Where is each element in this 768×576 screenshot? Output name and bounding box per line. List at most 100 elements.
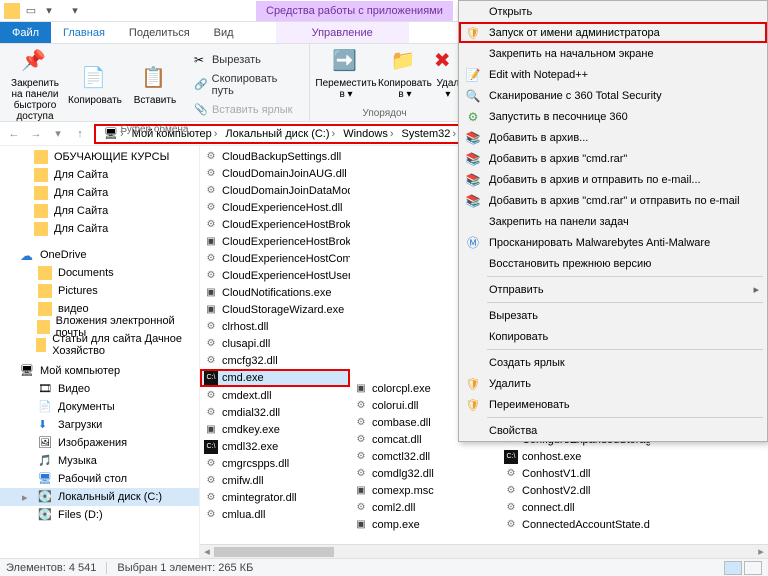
scroll-right-icon[interactable]: ▸: [754, 545, 768, 558]
ctx-add-cmd-rar[interactable]: Добавить в архив "cmd.rar": [459, 148, 767, 169]
paste-button[interactable]: Вставить: [126, 65, 184, 106]
paste-shortcut-button[interactable]: Вставить ярлык: [190, 101, 303, 119]
ctx-run-as-admin[interactable]: Запуск от имени администратора: [459, 22, 767, 43]
file-item[interactable]: CloudBackupSettings.dll: [200, 148, 350, 165]
scroll-thumb[interactable]: [214, 547, 334, 557]
copy-button[interactable]: Копировать: [66, 65, 124, 106]
file-item[interactable]: cmifw.dll: [200, 472, 350, 489]
ctx-edit-notepad[interactable]: Edit with Notepad++: [459, 64, 767, 85]
navpane-item[interactable]: Документы: [0, 398, 199, 416]
file-item[interactable]: comdlg32.dll: [350, 465, 500, 482]
navpane-item[interactable]: Музыка: [0, 452, 199, 470]
file-item[interactable]: ConnectedAccountState.dll: [500, 516, 650, 533]
navpane-item[interactable]: Статьи для сайта Дачное Хозяйство: [0, 336, 199, 354]
qat-customize-icon[interactable]: ▾: [68, 4, 82, 18]
copy-path-button[interactable]: Скопировать путь: [190, 71, 303, 99]
ctx-send-to[interactable]: Отправить▸: [459, 279, 767, 300]
scroll-left-icon[interactable]: ◂: [200, 545, 214, 558]
file-item[interactable]: cmdl32.exe: [200, 438, 350, 455]
navpane-item[interactable]: Рабочий стол: [0, 470, 199, 488]
tab-share[interactable]: Поделиться: [117, 22, 202, 43]
file-item[interactable]: comexp.msc: [350, 482, 500, 499]
ctx-add-cmd-email[interactable]: Добавить в архив "cmd.rar" и отправить п…: [459, 190, 767, 211]
qat-properties-icon[interactable]: ▭: [24, 4, 38, 18]
file-item[interactable]: CloudExperienceHost.dll: [200, 199, 350, 216]
file-item[interactable]: comctl32.dll: [350, 448, 500, 465]
file-item[interactable]: CloudDomainJoinAUG.dll: [200, 165, 350, 182]
view-icons-button[interactable]: [744, 561, 762, 575]
navpane-item[interactable]: Мой компьютер: [0, 362, 199, 380]
file-item[interactable]: CloudStorageWizard.exe: [200, 301, 350, 318]
file-item[interactable]: cmd.exe: [200, 369, 350, 387]
file-name: CloudExperienceHost.dll: [222, 202, 342, 214]
file-item[interactable]: ConhostV1.dll: [500, 465, 650, 482]
file-item[interactable]: cmgrcspps.dll: [200, 455, 350, 472]
horizontal-scrollbar[interactable]: ◂ ▸: [200, 544, 768, 558]
file-item[interactable]: cmcfg32.dll: [200, 352, 350, 369]
file-item[interactable]: CloudDomainJoinDataModelS: [200, 182, 350, 199]
file-item[interactable]: ConhostV2.dll: [500, 482, 650, 499]
dll-icon: [204, 406, 218, 420]
tab-file[interactable]: Файл: [0, 22, 51, 43]
file-item[interactable]: cmdial32.dll: [200, 404, 350, 421]
ctx-restore-previous[interactable]: Восстановить прежнюю версию: [459, 253, 767, 274]
file-item[interactable]: CloudExperienceHostUser.dll: [200, 267, 350, 284]
navpane-item[interactable]: Для Сайта: [0, 166, 199, 184]
navpane-item[interactable]: Files (D:): [0, 506, 199, 524]
file-item[interactable]: connect.dll: [500, 499, 650, 516]
breadcrumb[interactable]: System32›: [398, 128, 461, 140]
ctx-delete[interactable]: Удалить: [459, 373, 767, 394]
file-item[interactable]: CloudNotifications.exe: [200, 284, 350, 301]
navpane-item[interactable]: ОБУЧАЮЩИЕ КУРСЫ: [0, 148, 199, 166]
ctx-pin-taskbar[interactable]: Закрепить на панели задач: [459, 211, 767, 232]
qat-newfolder-icon[interactable]: ▾: [42, 4, 56, 18]
pin-quick-access-button[interactable]: Закрепить на панели быстрого доступа: [6, 48, 64, 122]
navpane-item[interactable]: Изображения: [0, 434, 199, 452]
file-item[interactable]: comp.exe: [350, 516, 500, 533]
cut-button[interactable]: Вырезать: [190, 51, 303, 69]
navpane-item[interactable]: Для Сайта: [0, 220, 199, 238]
ctx-scan-malwarebytes[interactable]: Просканировать Malwarebytes Anti-Malware: [459, 232, 767, 253]
copy-to-button[interactable]: Копировать в ▾: [378, 48, 432, 100]
file-item[interactable]: clrhost.dll: [200, 318, 350, 335]
file-name: cmdial32.dll: [222, 407, 280, 419]
file-item[interactable]: CloudExperienceHostBroker.e: [200, 233, 350, 250]
file-item[interactable]: CloudExperienceHostBroker.d: [200, 216, 350, 233]
file-name: coml2.dll: [372, 502, 415, 514]
ctx-properties[interactable]: Свойства: [459, 420, 767, 441]
ctx-open[interactable]: Открыть: [459, 1, 767, 22]
file-item[interactable]: conhost.exe: [500, 448, 650, 465]
file-item[interactable]: cmdkey.exe: [200, 421, 350, 438]
ctx-add-email[interactable]: Добавить в архив и отправить по e-mail..…: [459, 169, 767, 190]
navpane-item[interactable]: ▸Локальный диск (C:): [0, 488, 199, 506]
file-item[interactable]: cmdext.dll: [200, 387, 350, 404]
navpane-item[interactable]: Загрузки: [0, 416, 199, 434]
file-item[interactable]: cmlua.dll: [200, 506, 350, 523]
navpane-item[interactable]: Pictures: [0, 282, 199, 300]
view-details-button[interactable]: [724, 561, 742, 575]
navpane-item[interactable]: Для Сайта: [0, 202, 199, 220]
navpane-label: OneDrive: [40, 249, 86, 261]
move-to-button[interactable]: Переместить в ▾: [316, 48, 376, 100]
ctx-copy[interactable]: Копировать: [459, 326, 767, 347]
file-item[interactable]: cmintegrator.dll: [200, 489, 350, 506]
ctx-scan-360[interactable]: Сканирование c 360 Total Security: [459, 85, 767, 106]
navpane-item[interactable]: Documents: [0, 264, 199, 282]
breadcrumb[interactable]: Windows›: [339, 128, 397, 140]
navigation-pane[interactable]: ОБУЧАЮЩИЕ КУРСЫДля СайтаДля СайтаДля Сай…: [0, 146, 200, 558]
tab-home[interactable]: Главная: [51, 22, 117, 43]
tab-manage[interactable]: Управление: [276, 22, 409, 43]
tab-view[interactable]: Вид: [202, 22, 246, 43]
ctx-sandbox-360[interactable]: Запустить в песочнице 360: [459, 106, 767, 127]
ctx-create-shortcut[interactable]: Создать ярлык: [459, 352, 767, 373]
ctx-cut[interactable]: Вырезать: [459, 305, 767, 326]
file-item[interactable]: clusapi.dll: [200, 335, 350, 352]
ctx-add-archive[interactable]: Добавить в архив...: [459, 127, 767, 148]
navpane-item[interactable]: Для Сайта: [0, 184, 199, 202]
file-item[interactable]: coml2.dll: [350, 499, 500, 516]
ctx-rename[interactable]: Переименовать: [459, 394, 767, 415]
navpane-item[interactable]: Видео: [0, 380, 199, 398]
navpane-item[interactable]: OneDrive: [0, 246, 199, 264]
ctx-pin-start[interactable]: Закрепить на начальном экране: [459, 43, 767, 64]
file-item[interactable]: CloudExperienceHostCommo: [200, 250, 350, 267]
